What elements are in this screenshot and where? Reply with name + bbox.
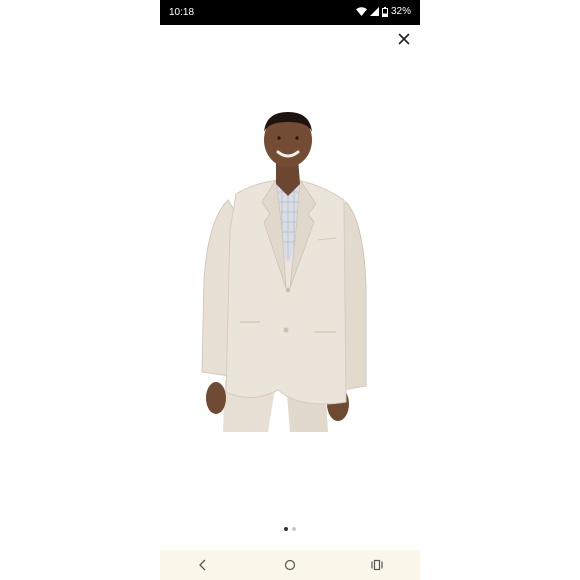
close-icon <box>398 33 410 45</box>
home-icon <box>284 559 296 571</box>
back-icon <box>199 559 206 571</box>
recents-icon <box>371 559 383 571</box>
wifi-icon <box>355 7 367 16</box>
system-nav-bar <box>160 550 420 580</box>
battery-icon <box>381 6 388 17</box>
page-dot-active[interactable] <box>284 527 288 531</box>
status-bar: 10:18 32% <box>160 0 420 25</box>
recents-button[interactable] <box>362 554 392 576</box>
back-button[interactable] <box>188 554 218 576</box>
phone-screen: 10:18 32% <box>160 0 420 580</box>
status-icons: 32% <box>355 6 411 17</box>
close-button[interactable] <box>396 31 412 47</box>
status-time: 10:18 <box>169 7 195 18</box>
page-dot[interactable] <box>292 527 296 531</box>
cell-signal-icon <box>369 7 379 16</box>
page-indicator <box>160 527 420 531</box>
home-button[interactable] <box>275 554 305 576</box>
product-image[interactable] <box>160 110 420 435</box>
battery-percent: 32% <box>390 6 411 17</box>
